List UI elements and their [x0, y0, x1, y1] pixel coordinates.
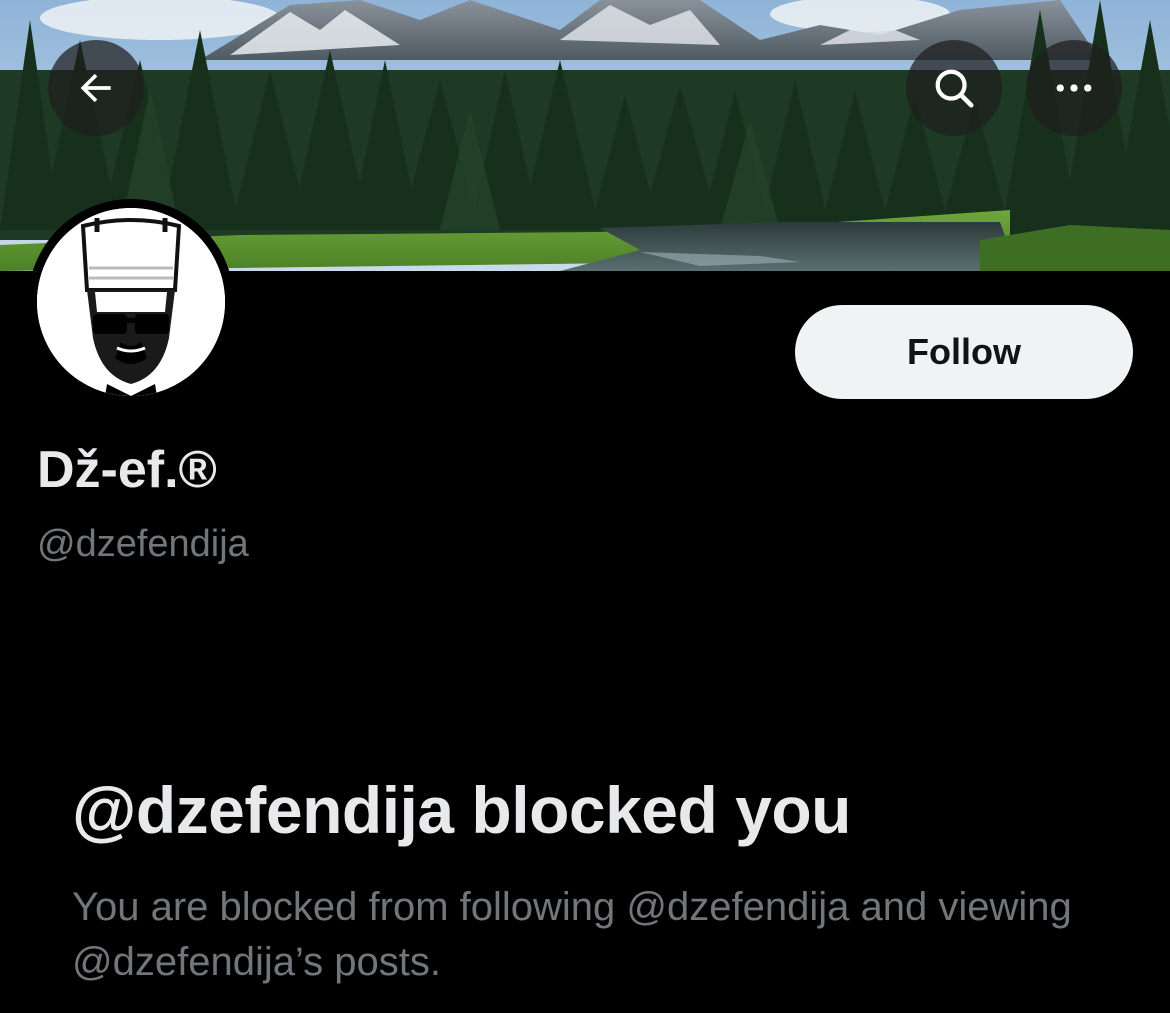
avatar-image [37, 208, 225, 396]
blocked-description: You are blocked from following @dzefendi… [72, 885, 1072, 984]
display-name: Dž-ef.® [37, 441, 217, 499]
profile-page: Follow Dž-ef.® @dzefendija @dzefendija b… [0, 0, 1170, 1013]
back-button[interactable] [48, 40, 144, 136]
blocked-title: @dzefendija blocked you [72, 773, 852, 847]
search-icon [935, 69, 974, 108]
more-horizontal-icon [1056, 84, 1092, 92]
more-options-button[interactable] [1026, 40, 1122, 136]
follow-button[interactable]: Follow [795, 305, 1133, 399]
avatar[interactable] [28, 199, 234, 405]
arrow-left-icon [80, 73, 111, 103]
avatar-illustration [37, 208, 225, 396]
search-button[interactable] [906, 40, 1002, 136]
profile-handle: @dzefendija [37, 523, 249, 565]
